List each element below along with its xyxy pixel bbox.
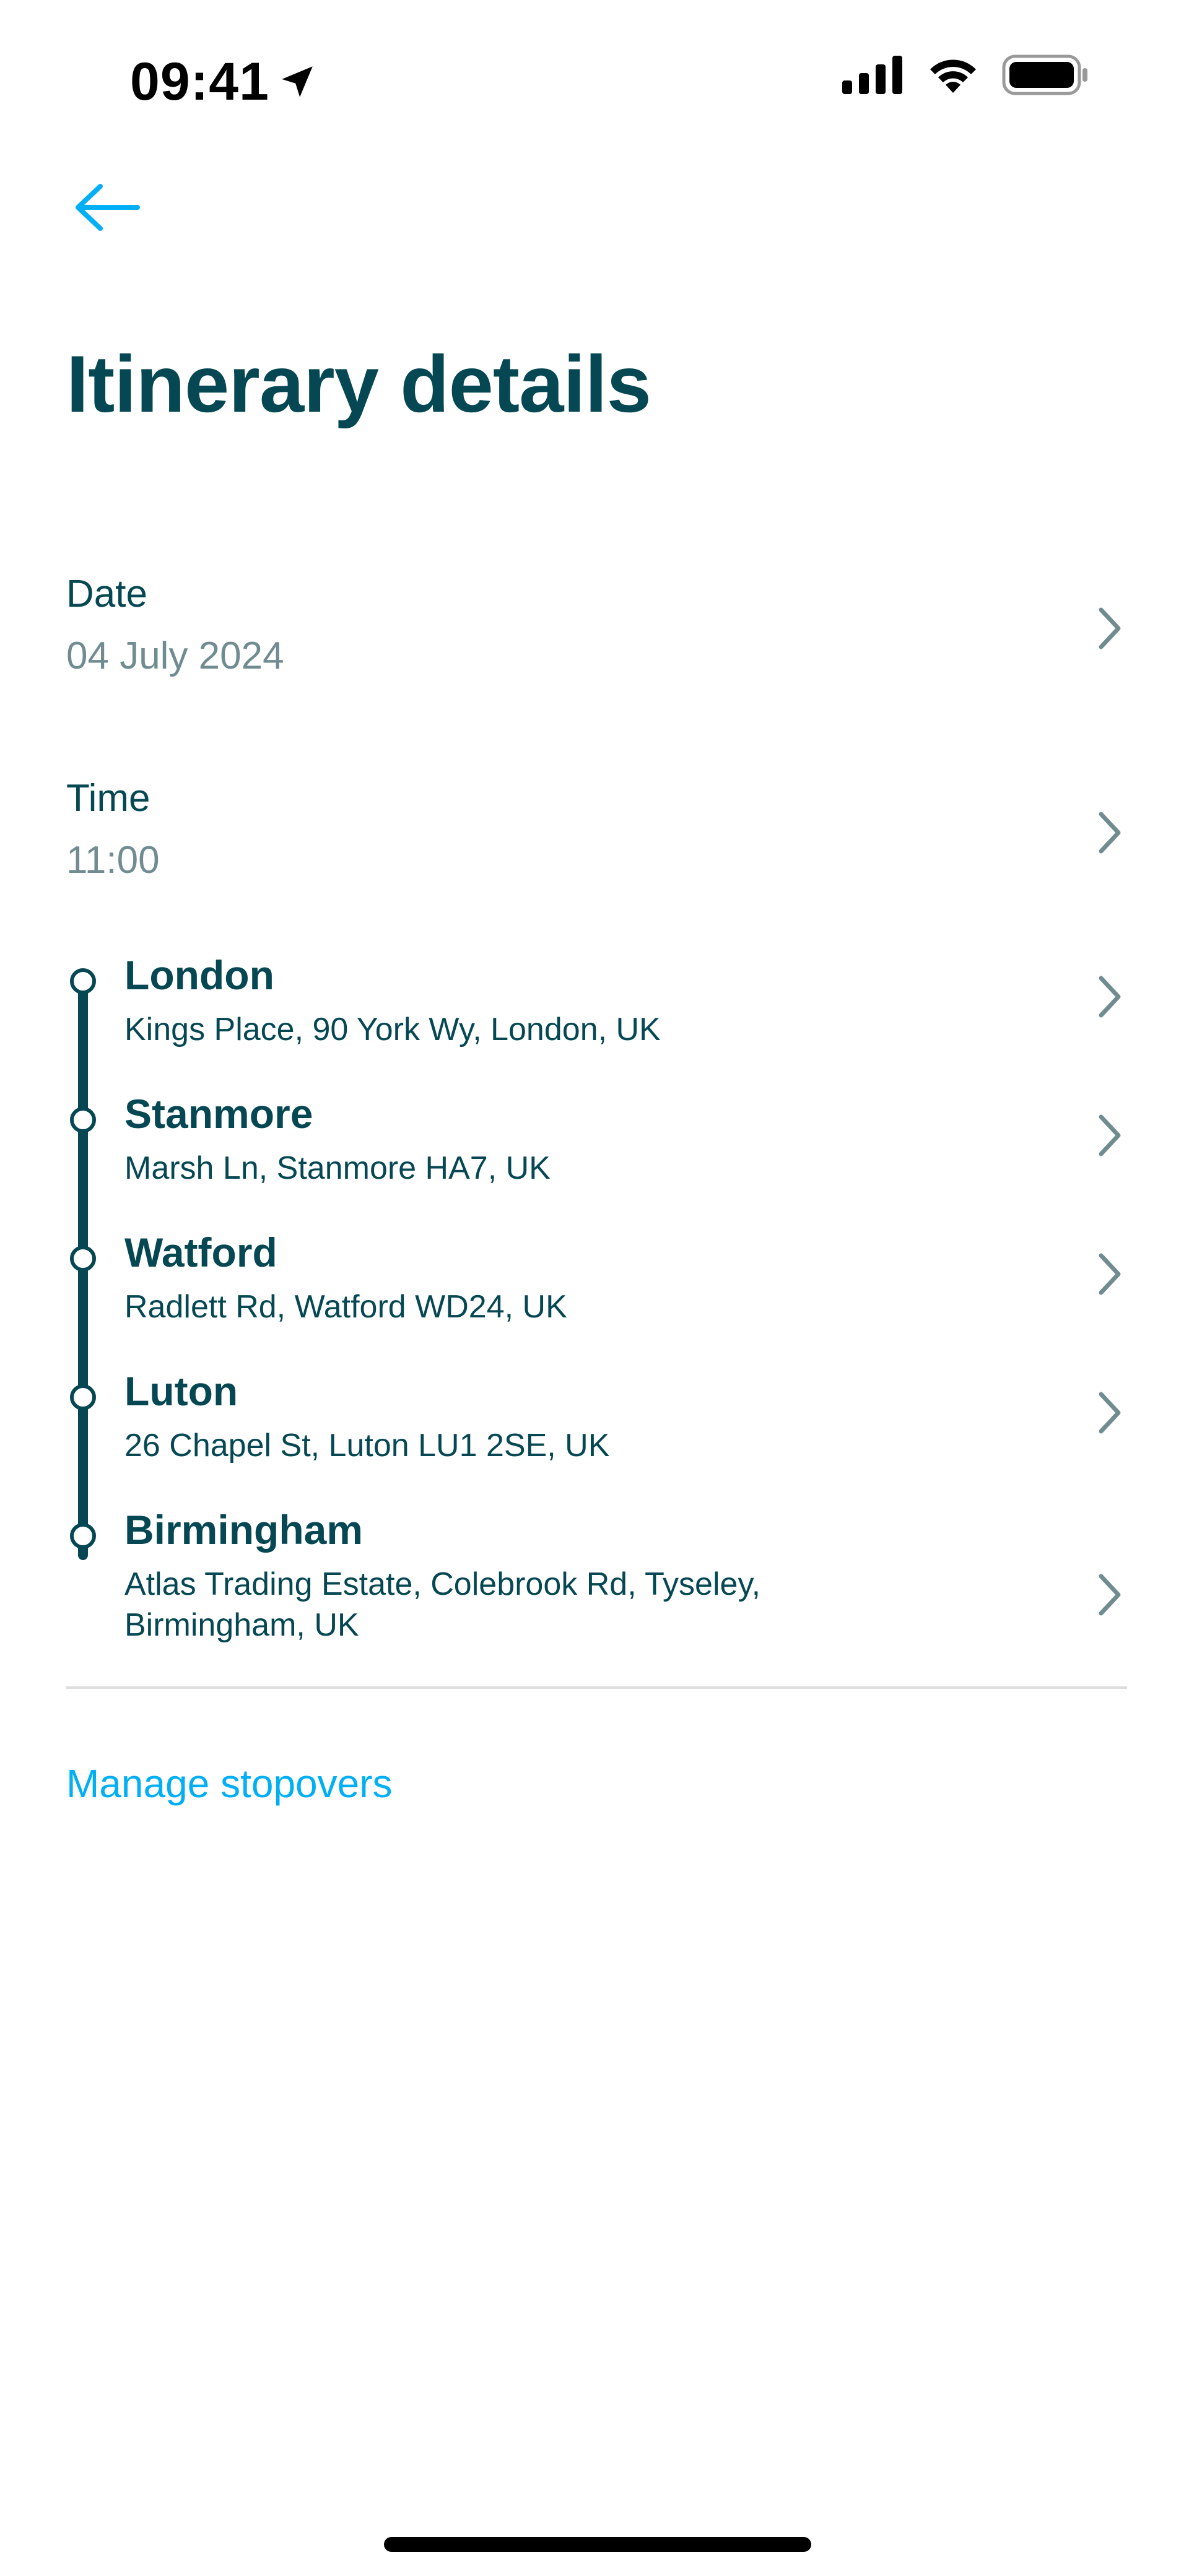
- chevron-right-icon: [1099, 976, 1121, 1018]
- time-row[interactable]: Time 11:00: [66, 774, 1127, 916]
- stop-item-london[interactable]: London Kings Place, 90 York Wy, London, …: [66, 947, 1127, 1086]
- stop-address: 26 Chapel St, Luton LU1 2SE, UK: [124, 1428, 610, 1464]
- battery-icon: [1002, 54, 1087, 95]
- manage-stopovers-link[interactable]: Manage stopovers: [66, 1756, 393, 1811]
- chevron-right-icon: [1099, 1253, 1121, 1295]
- time-label: Time: [66, 777, 150, 820]
- home-indicator[interactable]: [384, 2537, 811, 2552]
- stop-dot: [70, 1246, 96, 1272]
- stop-address: Atlas Trading Estate, Colebrook Rd, Tyse…: [124, 1566, 761, 1643]
- stop-dot: [70, 968, 96, 994]
- stop-name: Stanmore: [124, 1091, 313, 1137]
- date-value: 04 July 2024: [66, 635, 284, 677]
- date-row[interactable]: Date 04 July 2024: [66, 570, 1127, 712]
- location-arrow-icon: [282, 66, 313, 97]
- chevron-right-icon: [1099, 1574, 1121, 1616]
- stop-dot: [70, 1384, 96, 1410]
- page-title: Itinerary details: [66, 339, 651, 429]
- stop-item-birmingham[interactable]: Birmingham Atlas Trading Estate, Colebro…: [66, 1502, 1127, 1663]
- stop-address: Radlett Rd, Watford WD24, UK: [124, 1289, 567, 1325]
- stop-dot: [70, 1107, 96, 1133]
- stop-item-stanmore[interactable]: Stanmore Marsh Ln, Stanmore HA7, UK: [66, 1086, 1127, 1225]
- stop-name: London: [124, 952, 274, 998]
- cellular-signal-icon: [842, 56, 902, 94]
- time-value: 11:00: [66, 839, 160, 882]
- stop-dot: [70, 1523, 96, 1549]
- chevron-right-icon: [1099, 607, 1121, 649]
- stop-address: Kings Place, 90 York Wy, London, UK: [124, 1012, 661, 1047]
- stop-item-luton[interactable]: Luton 26 Chapel St, Luton LU1 2SE, UK: [66, 1363, 1127, 1502]
- status-time: 09:41: [130, 51, 318, 113]
- wifi-icon: [930, 59, 976, 93]
- stop-item-watford[interactable]: Watford Radlett Rd, Watford WD24, UK: [66, 1225, 1127, 1363]
- stop-address: Marsh Ln, Stanmore HA7, UK: [124, 1150, 551, 1186]
- stop-name: Luton: [124, 1368, 238, 1414]
- stop-name: Watford: [124, 1229, 277, 1275]
- chevron-right-icon: [1099, 812, 1121, 854]
- chevron-right-icon: [1099, 1114, 1121, 1156]
- status-time-text: 09:41: [130, 52, 269, 111]
- status-icons: [842, 54, 1089, 95]
- status-bar: 09:41: [0, 0, 1189, 155]
- divider: [66, 1686, 1127, 1689]
- chevron-right-icon: [1099, 1392, 1121, 1434]
- date-label: Date: [66, 573, 147, 615]
- stop-name: Birmingham: [124, 1507, 364, 1553]
- back-button[interactable]: [73, 173, 154, 241]
- arrow-left-icon: [76, 184, 140, 231]
- itinerary-timeline: London Kings Place, 90 York Wy, London, …: [66, 947, 1127, 1678]
